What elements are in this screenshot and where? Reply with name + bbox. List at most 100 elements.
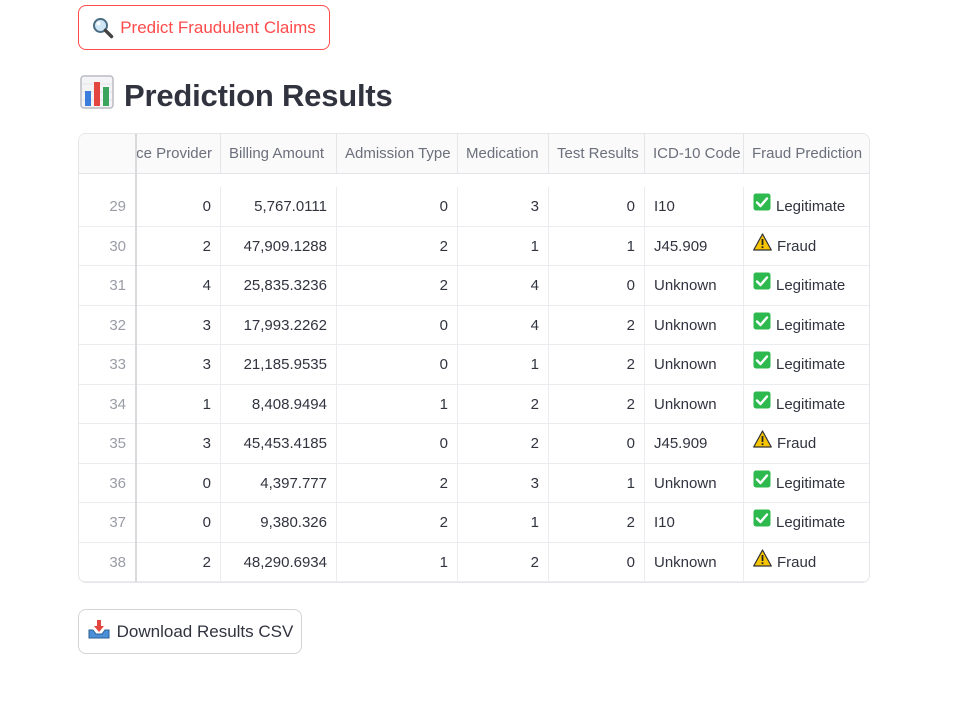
column-header-icd10-code[interactable]: ICD-10 Code — [645, 134, 744, 174]
row-index: 29 — [109, 198, 126, 215]
predict-button-label: Predict Fraudulent Claims — [120, 17, 316, 37]
cell-test-results: 2 — [549, 384, 645, 424]
prediction-label: Legitimate — [776, 395, 846, 413]
cell-fraud-prediction: Fraud — [744, 227, 869, 266]
cell-provider: 2 — [136, 542, 221, 582]
cell-admission-type: 0 — [337, 187, 458, 226]
cell-admission-type: 2 — [337, 463, 458, 503]
column-header-provider[interactable]: ce Provider — [136, 134, 221, 174]
table-row[interactable]: 33 3 21,185.9535 0 1 2 Unknown Legitimate — [79, 345, 869, 385]
row-index: 35 — [109, 435, 126, 452]
cell-medication: 2 — [458, 542, 549, 582]
cell-fraud-prediction: Legitimate — [744, 306, 869, 345]
table-row[interactable]: 35 3 45,453.4185 0 2 0 J45.909 Fraud — [79, 424, 869, 464]
cell-admission-type: 1 — [337, 384, 458, 424]
table-row[interactable]: 31 4 25,835.3236 2 4 0 Unknown Legitimate — [79, 266, 869, 306]
prediction-label: Fraud — [777, 237, 817, 255]
row-index: 32 — [109, 316, 126, 334]
prediction-label: Legitimate — [776, 316, 846, 334]
prediction-label: Fraud — [777, 553, 817, 571]
check-mark-icon — [753, 385, 771, 424]
column-header-fraud-prediction[interactable]: Fraud Prediction — [744, 134, 869, 174]
table-row[interactable]: 34 1 8,408.9494 1 2 2 Unknown Legitimate — [79, 384, 869, 424]
cell-medication: 1 — [458, 345, 549, 384]
check-mark-icon — [753, 503, 771, 542]
cell-billing-amount: 8,408.9494 — [221, 384, 337, 424]
index-column-separator — [135, 134, 137, 582]
cell-provider: 2 — [136, 226, 221, 266]
warning-icon — [753, 543, 772, 582]
cell-billing-amount: 17,993.2262 — [221, 305, 337, 345]
download-results-csv-button[interactable]: Download Results CSV — [78, 609, 302, 654]
row-index: 34 — [109, 395, 126, 413]
cell-admission-type: 0 — [337, 345, 458, 384]
prediction-label: Fraud — [777, 435, 817, 452]
cell-test-results: 0 — [549, 424, 645, 463]
cell-provider: 1 — [136, 384, 221, 424]
table-row[interactable]: 36 0 4,397.777 2 3 1 Unknown Legitimate — [79, 463, 869, 503]
cell-medication: 3 — [458, 463, 549, 503]
cell-test-results: 0 — [549, 542, 645, 582]
table-row[interactable]: 38 2 48,290.6934 1 2 0 Unknown Fraud — [79, 542, 869, 582]
cell-icd10-code: I10 — [645, 503, 744, 542]
cell-billing-amount: 45,453.4185 — [221, 424, 337, 463]
cell-medication: 2 — [458, 384, 549, 424]
cell-icd10-code: Unknown — [645, 305, 744, 345]
row-index: 36 — [109, 474, 126, 492]
cell-admission-type: 1 — [337, 542, 458, 582]
cell-admission-type: 0 — [337, 305, 458, 345]
check-mark-icon — [753, 187, 771, 226]
cell-test-results: 1 — [549, 226, 645, 266]
cell-provider: 0 — [136, 463, 221, 503]
cell-billing-amount: 5,767.0111 — [221, 187, 337, 226]
cell-test-results: 1 — [549, 463, 645, 503]
cell-icd10-code: Unknown — [645, 463, 744, 503]
predict-fraudulent-claims-button[interactable]: Predict Fraudulent Claims — [78, 5, 330, 50]
cell-billing-amount: 47,909.1288 — [221, 226, 337, 266]
row-index: 33 — [109, 356, 126, 373]
cell-fraud-prediction: Legitimate — [744, 345, 869, 384]
table-row[interactable]: 37 0 9,380.326 2 1 2 I10 Legitimate — [79, 503, 869, 543]
table-row[interactable]: 30 2 47,909.1288 2 1 1 J45.909 Fraud — [79, 226, 869, 266]
cell-medication: 3 — [458, 187, 549, 226]
cell-medication: 4 — [458, 266, 549, 305]
column-header-test-results[interactable]: Test Results — [549, 134, 645, 174]
warning-icon — [753, 227, 772, 266]
download-tray-icon — [87, 618, 111, 645]
check-mark-icon — [753, 464, 771, 503]
cell-medication: 1 — [458, 226, 549, 266]
cell-billing-amount: 25,835.3236 — [221, 266, 337, 305]
cell-medication: 1 — [458, 503, 549, 542]
cell-fraud-prediction: Legitimate — [744, 385, 869, 424]
cell-fraud-prediction: Legitimate — [744, 503, 869, 542]
page-title: Prediction Results — [80, 74, 393, 118]
bar-chart-icon — [80, 75, 114, 117]
cell-medication: 2 — [458, 424, 549, 463]
cell-provider: 3 — [136, 424, 221, 463]
cell-provider: 3 — [136, 345, 221, 384]
table-row[interactable]: 29 0 5,767.0111 0 3 0 I10 Legitimate — [79, 187, 869, 227]
cell-icd10-code: J45.909 — [645, 226, 744, 266]
cell-test-results: 2 — [549, 305, 645, 345]
cell-fraud-prediction: Legitimate — [744, 187, 869, 226]
download-button-label: Download Results CSV — [116, 621, 294, 641]
row-index: 38 — [109, 553, 126, 571]
prediction-label: Legitimate — [776, 198, 846, 215]
check-mark-icon — [753, 345, 771, 384]
cell-icd10-code: Unknown — [645, 345, 744, 384]
table-row[interactable]: 32 3 17,993.2262 0 4 2 Unknown Legitimate — [79, 305, 869, 345]
cell-billing-amount: 21,185.9535 — [221, 345, 337, 384]
cell-test-results: 2 — [549, 503, 645, 542]
column-header-admission-type[interactable]: Admission Type — [337, 134, 458, 174]
warning-icon — [753, 424, 772, 463]
results-table[interactable]: ce Provider Billing Amount Admission Typ… — [78, 133, 870, 583]
prediction-label: Legitimate — [776, 514, 846, 531]
cell-provider: 4 — [136, 266, 221, 305]
column-header-billing-amount[interactable]: Billing Amount — [221, 134, 337, 174]
cell-test-results: 0 — [549, 266, 645, 305]
page-title-text: Prediction Results — [124, 78, 393, 113]
row-index: 37 — [109, 514, 126, 531]
cell-test-results: 2 — [549, 345, 645, 384]
cell-fraud-prediction: Fraud — [744, 543, 869, 582]
column-header-medication[interactable]: Medication — [458, 134, 549, 174]
